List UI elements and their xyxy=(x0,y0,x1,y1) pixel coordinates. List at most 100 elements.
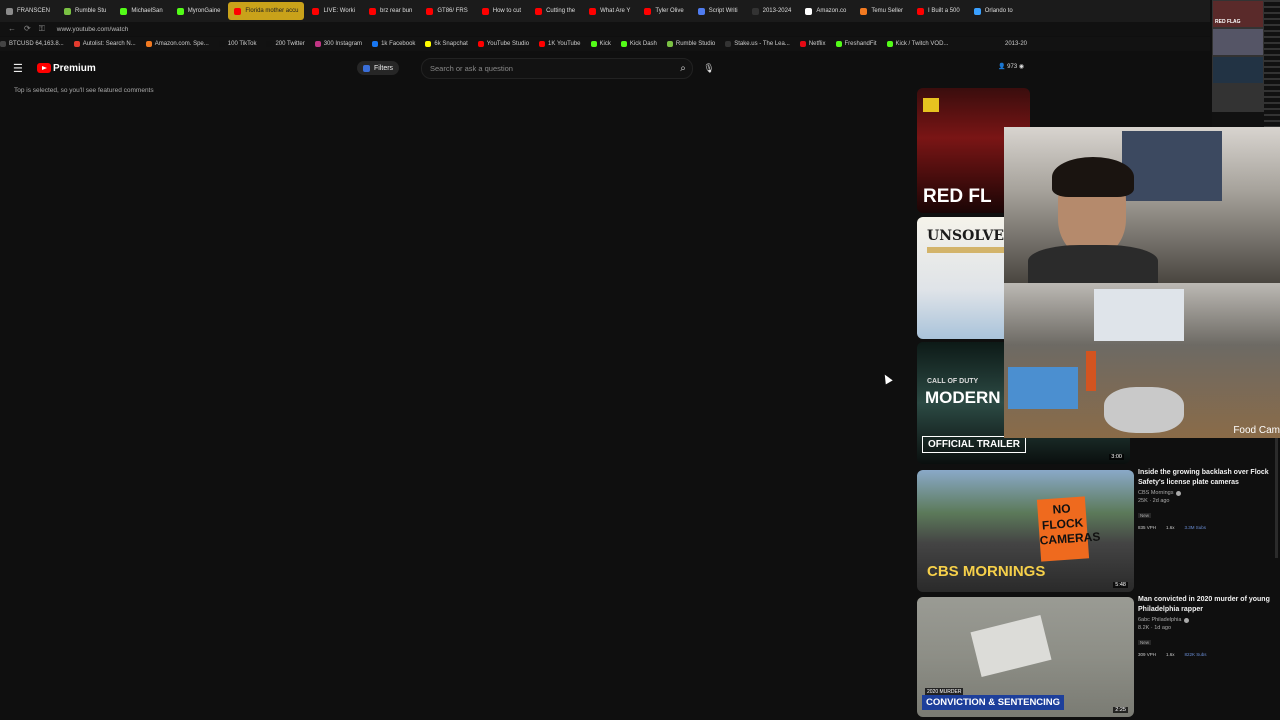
browser-tab[interactable]: Tyler Olive xyxy=(638,2,689,20)
thumbnail-banner: OFFICIAL TRAILER xyxy=(922,436,1027,453)
bookmark-item[interactable]: Kick xyxy=(590,41,611,47)
browser-tab[interactable]: GT86/ FRS xyxy=(420,2,473,20)
video-title[interactable]: Inside the growing backlash over Flock S… xyxy=(1138,468,1278,488)
recommendation-meta[interactable]: Man convicted in 2020 murder of young Ph… xyxy=(1138,595,1278,657)
bookmark-label: FreshandFit xyxy=(844,41,877,47)
browser-tab[interactable]: What Are Y xyxy=(583,2,636,20)
bookmark-item[interactable]: Autolist: Search N... xyxy=(73,41,136,47)
video-duration: 2:25 xyxy=(1113,707,1128,713)
browser-tab[interactable]: Orlando to xyxy=(968,2,1019,20)
bookmark-overflow[interactable]: 2013-20 xyxy=(1005,41,1027,47)
recommendation-meta[interactable]: Inside the growing backlash over Flock S… xyxy=(1138,468,1278,530)
video-title[interactable]: Man convicted in 2020 murder of young Ph… xyxy=(1138,595,1278,615)
bookmark-label: YouTube Studio xyxy=(486,41,530,47)
bookmark-item[interactable]: 200 Twitter xyxy=(266,41,305,47)
multiplier-value: 1.6x xyxy=(1166,525,1175,530)
browser-tab[interactable]: Temu Seller xyxy=(854,2,909,20)
tab-favicon-icon xyxy=(369,7,377,15)
bookmark-favicon-icon xyxy=(666,41,673,47)
mini-preview xyxy=(1212,28,1264,56)
tab-favicon-icon xyxy=(751,7,759,15)
browser-tab[interactable]: 2013-2024 xyxy=(746,2,798,20)
tab-favicon-icon xyxy=(64,7,72,15)
tab-label: 2013-2024 xyxy=(762,8,792,14)
youtube-play-icon xyxy=(37,63,51,73)
channel-name-text[interactable]: CBS Mornings xyxy=(1138,490,1173,496)
subscriber-count: 3.3M Subs xyxy=(1184,525,1207,530)
bookmark-item[interactable]: FreshandFit xyxy=(835,41,877,47)
site-info-icon[interactable]: ⚿ xyxy=(39,24,45,34)
search-box[interactable]: Search or ask a question ⌕ xyxy=(421,58,693,79)
bookmark-item[interactable]: Netflix xyxy=(799,41,826,47)
search-input[interactable]: Search or ask a question xyxy=(430,64,674,73)
tab-favicon-icon xyxy=(426,7,434,15)
channel-name: 6abc Philadelphia xyxy=(1138,617,1278,623)
bookmark-item[interactable]: 100 TikTok xyxy=(218,41,257,47)
browser-tab[interactable]: How to cut xyxy=(476,2,527,20)
browser-tab[interactable]: MichaelSan xyxy=(114,2,168,20)
logo-text: Premium xyxy=(53,62,96,74)
bookmark-item[interactable]: BTCUSD 64,163.8... xyxy=(0,41,64,47)
bookmark-item[interactable]: Stake.us - The Lea... xyxy=(725,41,790,47)
bookmark-item[interactable]: YouTube Studio xyxy=(477,41,530,47)
browser-tab[interactable]: Cutting the xyxy=(529,2,581,20)
channel-name-text[interactable]: 6abc Philadelphia xyxy=(1138,617,1181,623)
bookmark-label: 1K YouTube xyxy=(548,41,581,47)
tab-label: Tyler Olive xyxy=(655,8,684,14)
webcam-overlay xyxy=(1004,127,1280,283)
youtube-premium-logo[interactable]: Premium xyxy=(37,63,96,74)
tab-label: Cutting the xyxy=(546,8,576,14)
tab-label: LIVE: Worki xyxy=(323,8,356,14)
bookmark-favicon-icon xyxy=(145,41,152,47)
filters-button[interactable]: Filters xyxy=(357,61,400,75)
bookmark-label: 100 TikTok xyxy=(227,41,257,47)
video-stats: 25K · 2d ago xyxy=(1138,498,1170,504)
bookmark-item[interactable]: Amazon.com. Spe... xyxy=(145,41,209,47)
tab-label: Orlando to xyxy=(984,8,1013,14)
vph-value: 309 VPH xyxy=(1138,652,1157,657)
tab-label: FRANSCEN xyxy=(17,8,51,14)
tab-label: What Are Y xyxy=(600,8,631,14)
browser-tab[interactable]: brz rear bun xyxy=(363,2,418,20)
mini-preview: RED FLAG xyxy=(1212,0,1264,28)
viewer-count: 👤 973 ◉ xyxy=(998,64,1025,70)
browser-tab[interactable]: MyronGaine xyxy=(171,2,227,20)
tab-favicon-icon xyxy=(917,7,925,15)
nav-buttons: ← ⟳ ⚿ xyxy=(8,24,45,34)
browser-tab[interactable]: Florida mother accu xyxy=(228,2,305,20)
menu-icon[interactable]: ☰ xyxy=(13,62,23,75)
browser-tab[interactable]: Script Writi xyxy=(692,2,744,20)
microphone-icon[interactable]: 🎙 xyxy=(700,60,718,76)
bookmark-item[interactable]: Rumble Studio xyxy=(666,41,715,47)
streamer-hair xyxy=(1052,157,1134,197)
bookmark-favicon-icon xyxy=(314,41,321,47)
bookmark-item[interactable]: 6k Snapchat xyxy=(425,41,468,47)
bookmark-item[interactable]: 300 Instagram xyxy=(314,41,362,47)
bookmark-item[interactable]: Kick / Twitch VOD... xyxy=(886,41,949,47)
thumbnail-text: CBS MORNINGS xyxy=(927,563,1046,580)
new-badge: New xyxy=(1138,513,1152,518)
bookmark-item[interactable]: 1K YouTube xyxy=(539,41,581,47)
browser-tab[interactable]: I Built a 500 xyxy=(911,2,966,20)
bookmark-label: Kick / Twitch VOD... xyxy=(895,41,949,47)
browser-tab[interactable]: Amazon.co xyxy=(799,2,852,20)
bookmark-item[interactable]: Kick Dash xyxy=(620,41,657,47)
reload-icon[interactable]: ⟳ xyxy=(24,24,31,34)
bookmark-item[interactable]: 1k Facebook xyxy=(372,41,415,47)
browser-tab[interactable]: LIVE: Worki xyxy=(306,2,361,20)
tab-favicon-icon xyxy=(973,7,981,15)
bookmark-label: Netflix xyxy=(808,41,826,47)
bookmark-label: Stake.us - The Lea... xyxy=(734,41,790,47)
recommendation-thumbnail[interactable]: 2020 MURDER CONVICTION & SENTENCING 2:25 xyxy=(917,597,1134,717)
bookmark-favicon-icon xyxy=(425,41,432,47)
tab-label: Rumble Stu xyxy=(75,8,107,14)
recommendation-thumbnail[interactable]: NO FLOCK CAMERAS CBS MORNINGS 5:48 xyxy=(917,470,1134,592)
back-icon[interactable]: ← xyxy=(8,24,16,34)
address-bar[interactable]: ← ⟳ ⚿ www.youtube.com/watch xyxy=(0,22,1210,36)
browser-tab[interactable]: FRANSCEN xyxy=(0,2,56,20)
tab-label: MichaelSan xyxy=(131,8,163,14)
browser-tab[interactable]: Rumble Stu xyxy=(58,2,112,20)
bottle xyxy=(1086,351,1096,391)
url-text[interactable]: www.youtube.com/watch xyxy=(57,26,129,33)
search-icon[interactable]: ⌕ xyxy=(674,60,692,78)
